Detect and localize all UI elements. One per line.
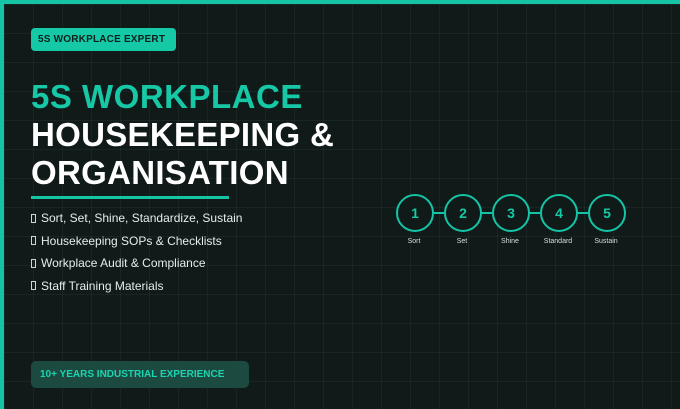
experience-badge: 10+ YEARS INDUSTRIAL EXPERIENCE [31,361,249,388]
step-label-5: Sustain [594,238,618,245]
step-circle-4: 4 [540,194,578,232]
banner: 5S WORKPLACE EXPERT 5S WORKPLACE HOUSEKE… [0,0,680,409]
five-s-steps: 1 2 3 4 5 Sort Set Shine Standard Sustai… [0,0,680,409]
step-circle-2: 2 [444,194,482,232]
step-circle-5: 5 [588,194,626,232]
step-circle-3: 3 [492,194,530,232]
step-circle-1: 1 [396,194,434,232]
